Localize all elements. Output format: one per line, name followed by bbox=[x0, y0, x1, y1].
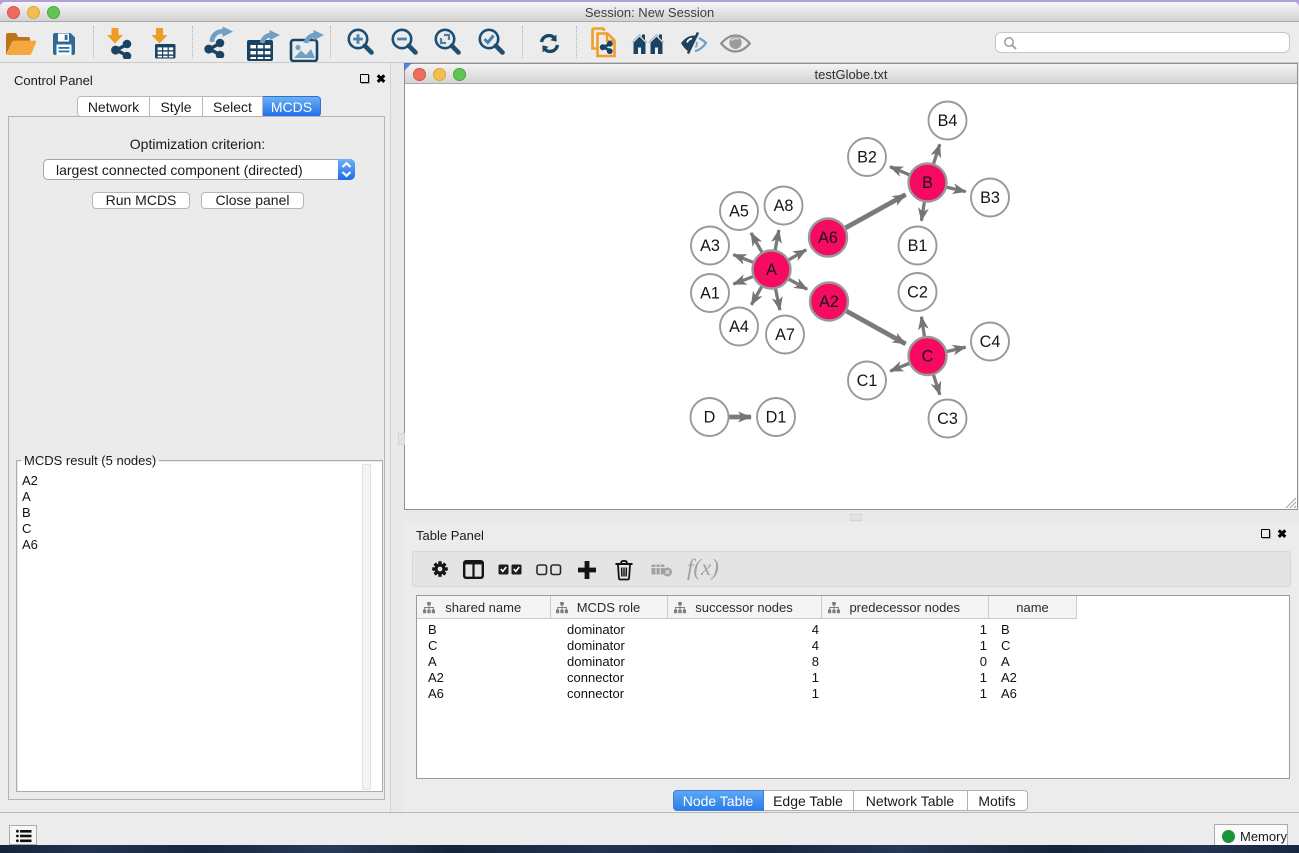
svg-text:A4: A4 bbox=[729, 318, 749, 336]
svg-text:A6: A6 bbox=[818, 229, 838, 247]
svg-text:B2: B2 bbox=[857, 149, 877, 167]
svg-text:A5: A5 bbox=[729, 203, 749, 221]
svg-text:B1: B1 bbox=[908, 237, 928, 255]
svg-text:D1: D1 bbox=[766, 409, 787, 427]
svg-text:A7: A7 bbox=[775, 326, 795, 344]
svg-text:A1: A1 bbox=[700, 285, 720, 303]
svg-text:B: B bbox=[922, 174, 933, 192]
svg-text:C1: C1 bbox=[857, 372, 878, 390]
svg-text:A3: A3 bbox=[700, 237, 720, 255]
svg-text:C4: C4 bbox=[980, 333, 1001, 351]
svg-text:C3: C3 bbox=[937, 410, 958, 428]
svg-text:C2: C2 bbox=[907, 284, 928, 302]
svg-text:A: A bbox=[766, 261, 777, 279]
svg-text:B3: B3 bbox=[980, 189, 1000, 207]
svg-text:D: D bbox=[704, 409, 716, 427]
svg-text:A8: A8 bbox=[774, 197, 794, 215]
svg-text:C: C bbox=[922, 348, 934, 366]
svg-text:B4: B4 bbox=[938, 112, 958, 130]
svg-text:A2: A2 bbox=[819, 293, 839, 311]
